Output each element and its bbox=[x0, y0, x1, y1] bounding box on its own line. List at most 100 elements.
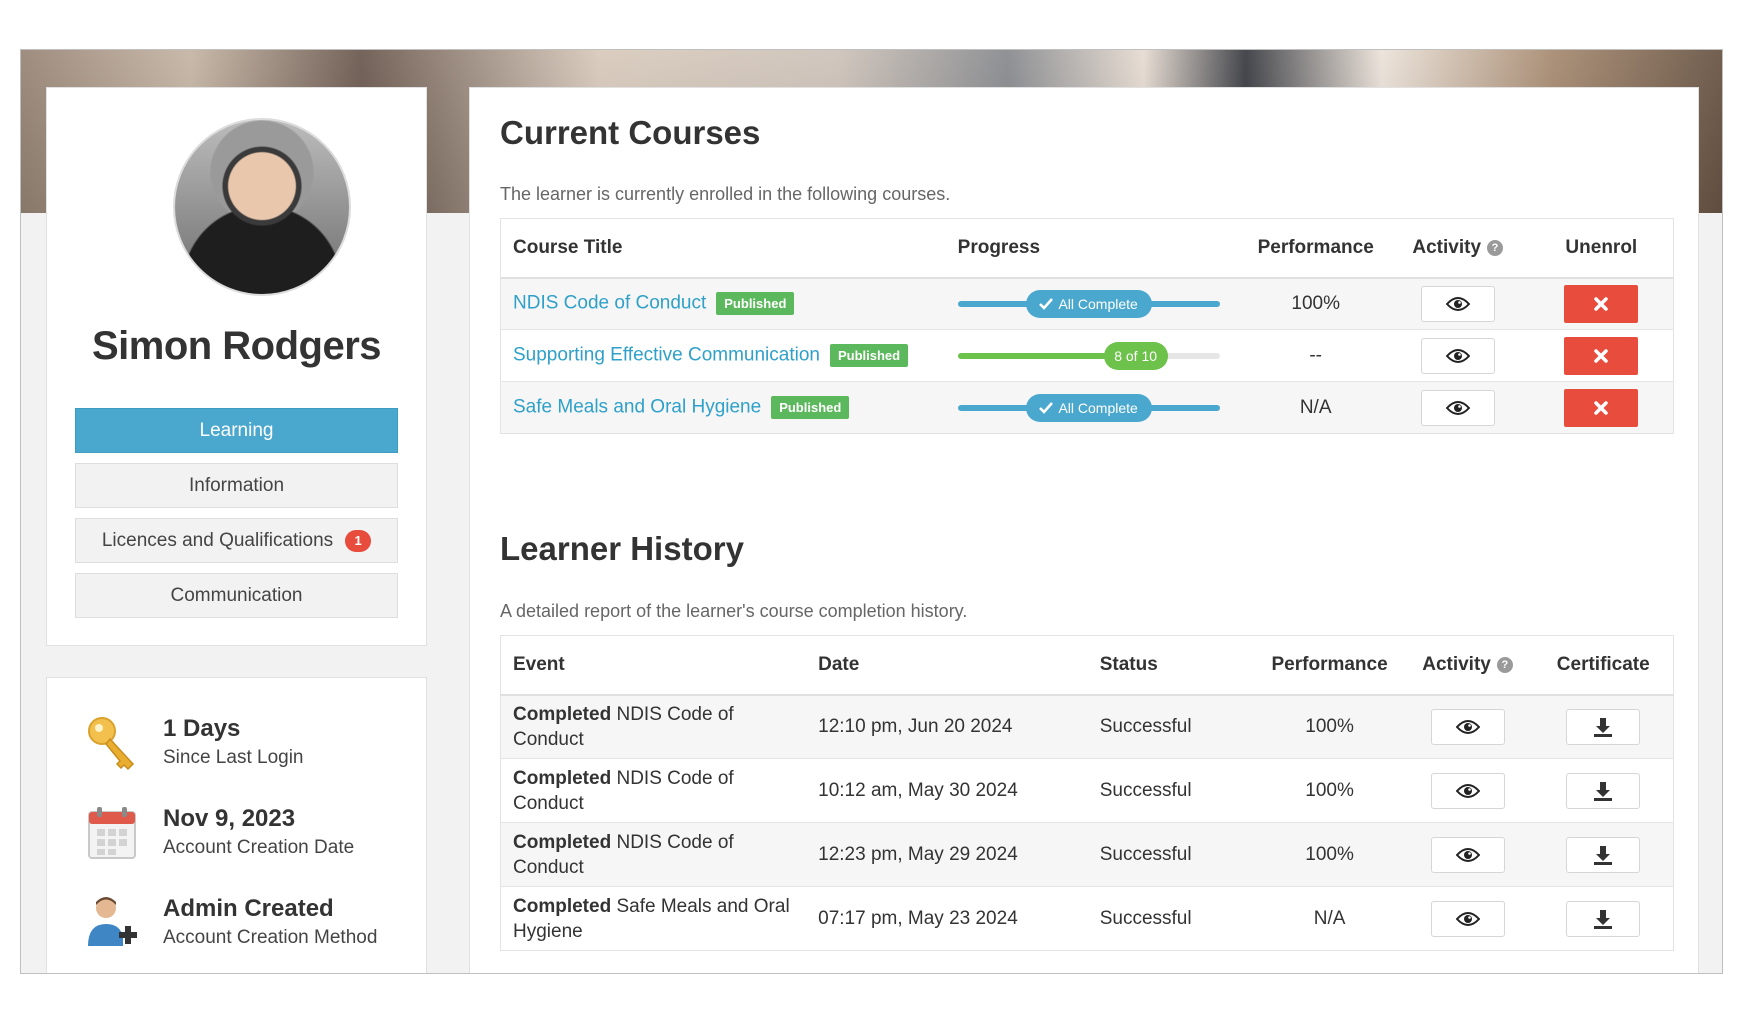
eye-icon bbox=[1455, 911, 1480, 926]
profile-name: Simon Rodgers bbox=[91, 324, 382, 368]
date-cell: 12:23 pm, May 29 2024 bbox=[806, 822, 1088, 887]
progress-bar: All Complete bbox=[957, 393, 1220, 423]
app-frame: Simon Rodgers Learning Information Licen… bbox=[20, 49, 1723, 974]
activity-cell bbox=[1385, 329, 1530, 382]
column-header: Certificate bbox=[1533, 635, 1674, 696]
check-icon bbox=[1039, 297, 1054, 310]
download-certificate-button[interactable] bbox=[1566, 836, 1641, 873]
certificate-cell bbox=[1533, 886, 1674, 951]
download-certificate-button[interactable] bbox=[1566, 772, 1641, 809]
column-header: Performance bbox=[1257, 635, 1402, 696]
tab-information[interactable]: Information bbox=[75, 463, 398, 508]
event-cell: Completed NDIS Code of Conduct bbox=[500, 822, 807, 887]
history-row: Completed NDIS Code of Conduct 10:12 am,… bbox=[500, 758, 1674, 823]
unenrol-cell bbox=[1529, 277, 1674, 330]
course-link[interactable]: Safe Meals and Oral Hygiene bbox=[513, 397, 761, 418]
learner-history-description: A detailed report of the learner's cours… bbox=[500, 601, 968, 621]
tab-learning[interactable]: Learning bbox=[75, 408, 398, 453]
progress-cell: All Complete bbox=[945, 381, 1246, 434]
event-type: Completed bbox=[513, 831, 612, 853]
progress-cell: 8 of 10 bbox=[945, 329, 1246, 382]
activity-cell bbox=[1385, 277, 1530, 330]
activity-cell bbox=[1401, 886, 1534, 951]
view-activity-button[interactable] bbox=[1430, 836, 1505, 873]
help-icon[interactable]: ? bbox=[1487, 239, 1504, 256]
eye-icon bbox=[1455, 719, 1480, 734]
learner-history-title: Learner History bbox=[500, 530, 744, 567]
certificate-cell bbox=[1533, 758, 1674, 823]
view-activity-button[interactable] bbox=[1420, 285, 1495, 322]
unenrol-button[interactable] bbox=[1564, 336, 1639, 375]
eye-icon bbox=[1455, 847, 1480, 862]
history-row: Completed NDIS Code of Conduct 12:10 pm,… bbox=[500, 694, 1674, 759]
stat-label: Account Creation Date bbox=[163, 837, 355, 858]
current-courses-title: Current Courses bbox=[500, 114, 761, 151]
course-title-cell: NDIS Code of Conduct Published bbox=[500, 277, 946, 330]
unenrol-cell bbox=[1529, 381, 1674, 434]
status-cell: Successful bbox=[1087, 758, 1258, 823]
column-header: Unenrol bbox=[1529, 218, 1674, 279]
column-header: Date bbox=[806, 635, 1088, 696]
stat-value: Admin Created bbox=[163, 895, 334, 922]
close-icon bbox=[1594, 297, 1609, 311]
unenrol-button[interactable] bbox=[1564, 284, 1639, 323]
close-icon bbox=[1594, 348, 1609, 363]
certificate-cell bbox=[1533, 822, 1674, 887]
activity-cell bbox=[1401, 822, 1534, 887]
close-icon bbox=[1594, 400, 1609, 415]
notification-badge: 1 bbox=[345, 529, 372, 552]
calendar-icon bbox=[88, 807, 136, 859]
status-cell: Successful bbox=[1087, 886, 1258, 951]
history-row: Completed NDIS Code of Conduct 12:23 pm,… bbox=[500, 822, 1674, 887]
view-activity-button[interactable] bbox=[1420, 337, 1495, 374]
progress-bar: All Complete bbox=[957, 289, 1220, 319]
unenrol-cell bbox=[1529, 329, 1674, 382]
download-certificate-button[interactable] bbox=[1566, 900, 1641, 937]
column-header: Course Title bbox=[500, 218, 946, 279]
performance-cell: 100% bbox=[1245, 277, 1386, 330]
stat-label: Since Last Login bbox=[163, 747, 304, 768]
tab-label: Licences and Qualifications bbox=[101, 529, 334, 551]
progress-label: All Complete bbox=[1058, 295, 1138, 312]
eye-icon bbox=[1445, 348, 1470, 363]
eye-icon bbox=[1445, 296, 1470, 311]
stat-last-login: 1 Days Since Last Login bbox=[85, 714, 304, 776]
course-link[interactable]: NDIS Code of Conduct bbox=[513, 293, 706, 314]
course-row: Safe Meals and Oral Hygiene Published All… bbox=[500, 381, 1674, 434]
stat-value: 1 Days bbox=[163, 715, 241, 742]
column-header-label: Activity bbox=[1422, 653, 1491, 675]
course-title-cell: Safe Meals and Oral Hygiene Published bbox=[500, 381, 946, 434]
view-activity-button[interactable] bbox=[1420, 389, 1495, 426]
progress-pill: 8 of 10 bbox=[1103, 341, 1168, 370]
course-link[interactable]: Supporting Effective Communication bbox=[513, 345, 820, 366]
download-icon bbox=[1594, 845, 1613, 865]
tab-licences-and-qualifications[interactable]: Licences and Qualifications 1 bbox=[75, 518, 398, 563]
current-courses-table: Course Title Progress Performance Activi… bbox=[500, 218, 1674, 434]
column-header: Activity? bbox=[1401, 635, 1534, 696]
stat-value: Nov 9, 2023 bbox=[163, 805, 296, 832]
profile-card: Simon Rodgers Learning Information Licen… bbox=[46, 87, 427, 646]
date-cell: 12:10 pm, Jun 20 2024 bbox=[806, 694, 1088, 759]
unenrol-button[interactable] bbox=[1564, 388, 1639, 427]
status-cell: Successful bbox=[1087, 822, 1258, 887]
column-header: Event bbox=[500, 635, 807, 696]
account-stats-card: 1 Days Since Last Login Nov 9, 2023 Acco… bbox=[46, 677, 427, 973]
column-header: Progress bbox=[945, 218, 1246, 279]
event-type: Completed bbox=[513, 703, 612, 725]
view-activity-button[interactable] bbox=[1430, 708, 1505, 745]
tab-communication[interactable]: Communication bbox=[75, 573, 398, 618]
help-icon[interactable]: ? bbox=[1496, 656, 1513, 673]
activity-cell bbox=[1401, 758, 1534, 823]
learning-panel: Current Courses The learner is currently… bbox=[469, 87, 1699, 973]
download-certificate-button[interactable] bbox=[1566, 708, 1641, 745]
event-cell: Completed Safe Meals and Oral Hygiene bbox=[500, 886, 807, 951]
tab-label: Communication bbox=[170, 584, 303, 606]
date-cell: 07:17 pm, May 23 2024 bbox=[806, 886, 1088, 951]
view-activity-button[interactable] bbox=[1430, 900, 1505, 937]
event-cell: Completed NDIS Code of Conduct bbox=[500, 694, 807, 759]
current-courses-description: The learner is currently enrolled in the… bbox=[500, 184, 951, 204]
performance-cell: -- bbox=[1245, 329, 1386, 382]
status-badge: Published bbox=[771, 396, 850, 419]
performance-cell: 100% bbox=[1257, 694, 1402, 759]
view-activity-button[interactable] bbox=[1430, 772, 1505, 809]
